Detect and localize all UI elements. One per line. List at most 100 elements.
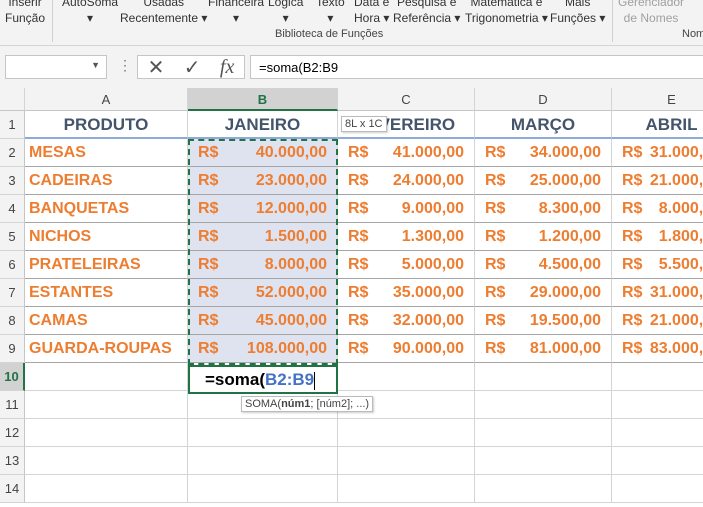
empty-cell[interactable] bbox=[188, 419, 338, 447]
empty-cell[interactable] bbox=[25, 391, 188, 419]
ribbon-button-7[interactable]: Pesquisa e Referência ▾ bbox=[393, 0, 460, 26]
value-cell[interactable]: R$ 32.000,00 bbox=[338, 307, 475, 335]
chevron-down-icon[interactable]: ▼ bbox=[91, 60, 100, 70]
product-cell[interactable]: GUARDA-ROUPAS bbox=[25, 335, 188, 363]
ribbon-button-9[interactable]: Mais Funções ▾ bbox=[550, 0, 605, 26]
row-header-14[interactable]: 14 bbox=[0, 475, 25, 503]
value-cell[interactable]: R$ 90.000,00 bbox=[338, 335, 475, 363]
empty-cell[interactable] bbox=[25, 363, 188, 391]
empty-cell[interactable] bbox=[475, 391, 612, 419]
value-cell[interactable]: R$ 29.000,00 bbox=[475, 279, 612, 307]
row-header-1[interactable]: 1 bbox=[0, 111, 25, 139]
empty-cell[interactable] bbox=[338, 447, 475, 475]
empty-cell[interactable] bbox=[475, 363, 612, 391]
value-cell[interactable]: R$ 1.300,00 bbox=[338, 223, 475, 251]
empty-cell[interactable] bbox=[338, 363, 475, 391]
row-header-12[interactable]: 12 bbox=[0, 419, 25, 447]
name-box[interactable]: ▼ bbox=[5, 55, 107, 79]
empty-cell[interactable] bbox=[612, 363, 703, 391]
value-cell[interactable]: R$ 52.000,00 bbox=[188, 279, 338, 307]
value-cell[interactable]: R$ 9.000,00 bbox=[338, 195, 475, 223]
row-header-3[interactable]: 3 bbox=[0, 167, 25, 195]
ribbon-button-6[interactable]: Data e Hora ▾ bbox=[354, 0, 389, 26]
row-header-5[interactable]: 5 bbox=[0, 223, 25, 251]
empty-cell[interactable] bbox=[25, 447, 188, 475]
ribbon-button-5[interactable]: Texto ▾ bbox=[316, 0, 345, 26]
cancel-icon[interactable]: ✕ bbox=[148, 55, 165, 80]
value-cell[interactable]: R$ 23.000,00 bbox=[188, 167, 338, 195]
empty-cell[interactable] bbox=[612, 447, 703, 475]
empty-cell[interactable] bbox=[188, 447, 338, 475]
enter-icon[interactable]: ✓ bbox=[184, 55, 201, 80]
value-cell[interactable]: R$ 34.000,00 bbox=[475, 139, 612, 167]
column-header-A[interactable]: A bbox=[25, 88, 188, 111]
ribbon-button-3[interactable]: Financeira ▾ bbox=[208, 0, 264, 26]
active-cell-editor[interactable]: =soma(B2:B9 bbox=[188, 365, 338, 394]
value-cell[interactable]: R$ 35.000,00 bbox=[338, 279, 475, 307]
product-cell[interactable]: BANQUETAS bbox=[25, 195, 188, 223]
select-all-button[interactable] bbox=[0, 88, 25, 111]
ribbon-button-10[interactable]: Gerenciador de Nomes bbox=[618, 0, 684, 26]
value-cell[interactable]: R$ 21.000,00 bbox=[612, 307, 703, 335]
value-cell[interactable]: R$ 83.000,00 bbox=[612, 335, 703, 363]
empty-cell[interactable] bbox=[612, 475, 703, 503]
insert-function-button[interactable]: fx bbox=[220, 56, 234, 79]
ribbon-button-0[interactable]: Inserir Função bbox=[5, 0, 45, 26]
value-cell[interactable]: R$ 4.500,00 bbox=[475, 251, 612, 279]
empty-cell[interactable] bbox=[25, 475, 188, 503]
value-cell[interactable]: R$ 21.000,00 bbox=[612, 167, 703, 195]
column-header-E[interactable]: E bbox=[612, 88, 703, 111]
header-cell[interactable]: MARÇO bbox=[475, 111, 612, 139]
value-cell[interactable]: R$ 41.000,00 bbox=[338, 139, 475, 167]
row-header-10[interactable]: 10 bbox=[0, 363, 25, 391]
value-cell[interactable]: R$ 81.000,00 bbox=[475, 335, 612, 363]
ribbon-button-1[interactable]: AutoSoma ▾ bbox=[62, 0, 118, 26]
value-cell[interactable]: R$ 5.000,00 bbox=[338, 251, 475, 279]
empty-cell[interactable] bbox=[338, 419, 475, 447]
product-cell[interactable]: NICHOS bbox=[25, 223, 188, 251]
value-cell[interactable]: R$ 12.000,00 bbox=[188, 195, 338, 223]
column-header-C[interactable]: C bbox=[338, 88, 475, 111]
row-header-4[interactable]: 4 bbox=[0, 195, 25, 223]
empty-cell[interactable] bbox=[188, 475, 338, 503]
formula-input[interactable]: =soma(B2:B9 bbox=[250, 55, 703, 79]
header-cell[interactable]: ABRIL bbox=[612, 111, 703, 139]
value-cell[interactable]: R$ 1.500,00 bbox=[188, 223, 338, 251]
value-cell[interactable]: R$ 1.200,00 bbox=[475, 223, 612, 251]
value-cell[interactable]: R$ 40.000,00 bbox=[188, 139, 338, 167]
row-header-8[interactable]: 8 bbox=[0, 307, 25, 335]
product-cell[interactable]: CADEIRAS bbox=[25, 167, 188, 195]
row-header-9[interactable]: 9 bbox=[0, 335, 25, 363]
value-cell[interactable]: R$ 25.000,00 bbox=[475, 167, 612, 195]
row-header-13[interactable]: 13 bbox=[0, 447, 25, 475]
header-cell[interactable]: PRODUTO bbox=[25, 111, 188, 139]
value-cell[interactable]: R$ 5.500,00 bbox=[612, 251, 703, 279]
product-cell[interactable]: CAMAS bbox=[25, 307, 188, 335]
row-header-11[interactable]: 11 bbox=[0, 391, 25, 419]
value-cell[interactable]: R$ 19.500,00 bbox=[475, 307, 612, 335]
product-cell[interactable]: MESAS bbox=[25, 139, 188, 167]
empty-cell[interactable] bbox=[475, 447, 612, 475]
value-cell[interactable]: R$ 24.000,00 bbox=[338, 167, 475, 195]
product-cell[interactable]: ESTANTES bbox=[25, 279, 188, 307]
value-cell[interactable]: R$ 1.800,00 bbox=[612, 223, 703, 251]
function-hint-tooltip[interactable]: SOMA(núm1; [núm2]; ...) bbox=[241, 396, 374, 412]
row-header-7[interactable]: 7 bbox=[0, 279, 25, 307]
ribbon-button-4[interactable]: Lógica ▾ bbox=[268, 0, 303, 26]
value-cell[interactable]: R$ 31.000,00 bbox=[612, 279, 703, 307]
column-header-B[interactable]: B bbox=[188, 88, 338, 111]
value-cell[interactable]: R$ 31.000,00 bbox=[612, 139, 703, 167]
hint-current-arg[interactable]: núm1 bbox=[281, 398, 310, 410]
empty-cell[interactable] bbox=[338, 475, 475, 503]
value-cell[interactable]: R$ 8.300,00 bbox=[475, 195, 612, 223]
empty-cell[interactable] bbox=[612, 391, 703, 419]
value-cell[interactable]: R$ 8.000,00 bbox=[188, 251, 338, 279]
value-cell[interactable]: R$ 45.000,00 bbox=[188, 307, 338, 335]
empty-cell[interactable] bbox=[475, 419, 612, 447]
row-header-6[interactable]: 6 bbox=[0, 251, 25, 279]
row-header-2[interactable]: 2 bbox=[0, 139, 25, 167]
column-header-D[interactable]: D bbox=[475, 88, 612, 111]
ribbon-button-2[interactable]: Usadas Recentemente ▾ bbox=[120, 0, 207, 26]
value-cell[interactable]: R$ 8.000,00 bbox=[612, 195, 703, 223]
empty-cell[interactable] bbox=[475, 475, 612, 503]
